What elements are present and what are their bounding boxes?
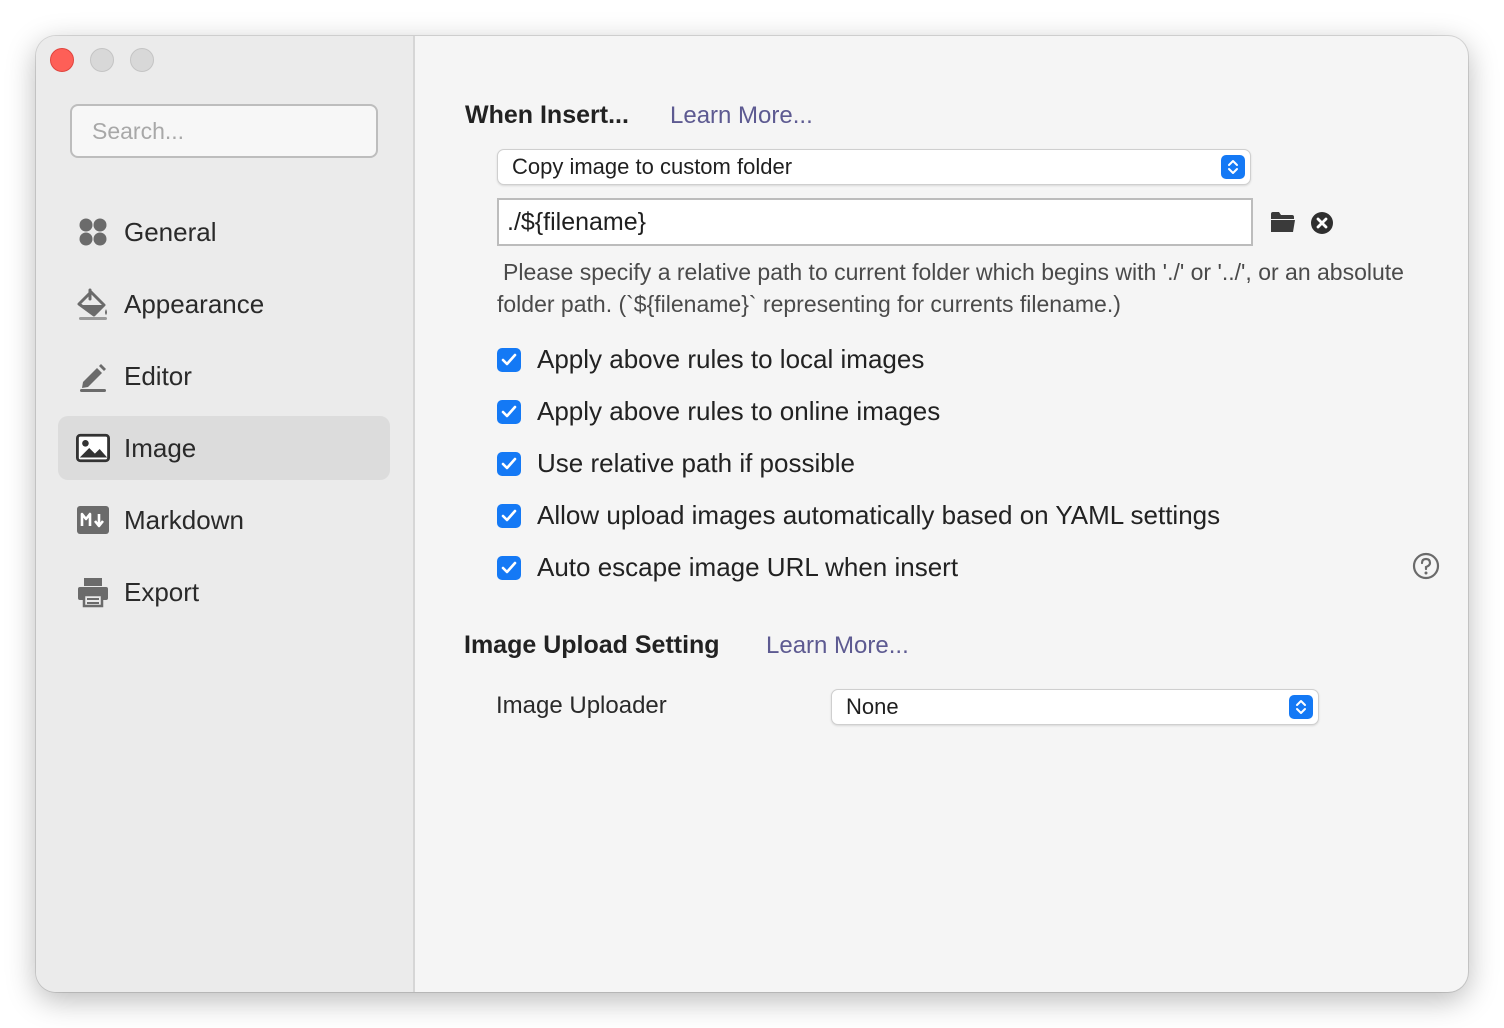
close-window-button[interactable] bbox=[50, 48, 74, 72]
folder-icon[interactable] bbox=[1269, 209, 1297, 235]
clear-path-icon[interactable] bbox=[1310, 211, 1334, 235]
sidebar-item-label: Export bbox=[124, 576, 200, 607]
option-label: Apply above rules to local images bbox=[537, 344, 925, 374]
paint-bucket-icon bbox=[76, 287, 110, 321]
option-yaml-upload[interactable]: Allow upload images automatically based … bbox=[497, 500, 1220, 531]
sidebar-nav: General Appearance Editor Image Markdown… bbox=[58, 200, 390, 632]
checkbox-checked[interactable] bbox=[497, 503, 521, 528]
preferences-window: General Appearance bbox=[36, 36, 1468, 992]
checkbox-checked[interactable] bbox=[497, 555, 521, 580]
sidebar-item-general[interactable]: General bbox=[58, 200, 390, 264]
option-label: Auto escape image URL when insert bbox=[537, 552, 959, 582]
insert-action-value: Copy image to custom folder bbox=[512, 154, 793, 179]
option-label: Allow upload images automatically based … bbox=[537, 500, 1221, 530]
image-folder-path-input[interactable] bbox=[497, 198, 1253, 246]
image-uploader-select[interactable]: None bbox=[831, 689, 1319, 725]
image-upload-setting-title: Image Upload Setting bbox=[464, 631, 720, 659]
sidebar-item-label: Editor bbox=[124, 360, 192, 391]
minimize-window-button[interactable] bbox=[90, 48, 114, 72]
printer-icon bbox=[76, 575, 110, 609]
image-uploader-value: None bbox=[846, 694, 899, 719]
path-hint-text: Please specify a relative path to curren… bbox=[497, 259, 1404, 317]
image-uploader-label: Image Uploader bbox=[496, 692, 667, 719]
upload-learn-more-link[interactable]: Learn More... bbox=[766, 632, 909, 660]
option-label: Use relative path if possible bbox=[537, 448, 855, 478]
insert-action-select[interactable]: Copy image to custom folder bbox=[497, 149, 1251, 185]
option-online-images[interactable]: Apply above rules to online images bbox=[497, 396, 940, 427]
zoom-window-button[interactable] bbox=[130, 48, 154, 72]
sidebar-item-label: Image bbox=[124, 432, 197, 463]
chevron-up-down-icon bbox=[1289, 695, 1313, 719]
sidebar-item-appearance[interactable]: Appearance bbox=[58, 272, 390, 336]
checkbox-checked[interactable] bbox=[497, 347, 521, 372]
when-insert-title: When Insert... bbox=[465, 101, 629, 129]
window-controls bbox=[50, 48, 154, 72]
search-input[interactable] bbox=[70, 104, 378, 158]
sidebar-item-editor[interactable]: Editor bbox=[58, 344, 390, 408]
pencil-icon bbox=[76, 359, 110, 393]
sidebar-item-label: Appearance bbox=[124, 288, 265, 319]
help-icon[interactable] bbox=[1412, 552, 1440, 580]
sidebar: General Appearance bbox=[36, 36, 415, 992]
option-label: Apply above rules to online images bbox=[537, 396, 941, 426]
image-icon bbox=[76, 431, 110, 465]
when-insert-learn-more-link[interactable]: Learn More... bbox=[670, 102, 813, 130]
sidebar-item-label: Markdown bbox=[124, 504, 244, 535]
sidebar-item-label: General bbox=[124, 216, 217, 247]
sidebar-item-markdown[interactable]: Markdown bbox=[58, 488, 390, 552]
option-relative-path[interactable]: Use relative path if possible bbox=[497, 448, 855, 479]
option-escape-url[interactable]: Auto escape image URL when insert bbox=[497, 552, 958, 583]
sidebar-item-image[interactable]: Image bbox=[58, 416, 390, 480]
chevron-up-down-icon bbox=[1221, 155, 1245, 179]
checkbox-checked[interactable] bbox=[497, 451, 521, 476]
checkbox-checked[interactable] bbox=[497, 399, 521, 424]
markdown-icon bbox=[76, 503, 110, 537]
sidebar-item-export[interactable]: Export bbox=[58, 560, 390, 624]
option-local-images[interactable]: Apply above rules to local images bbox=[497, 344, 924, 375]
grid-icon bbox=[76, 215, 110, 249]
settings-panel: When Insert... Learn More... Copy image … bbox=[417, 36, 1468, 992]
